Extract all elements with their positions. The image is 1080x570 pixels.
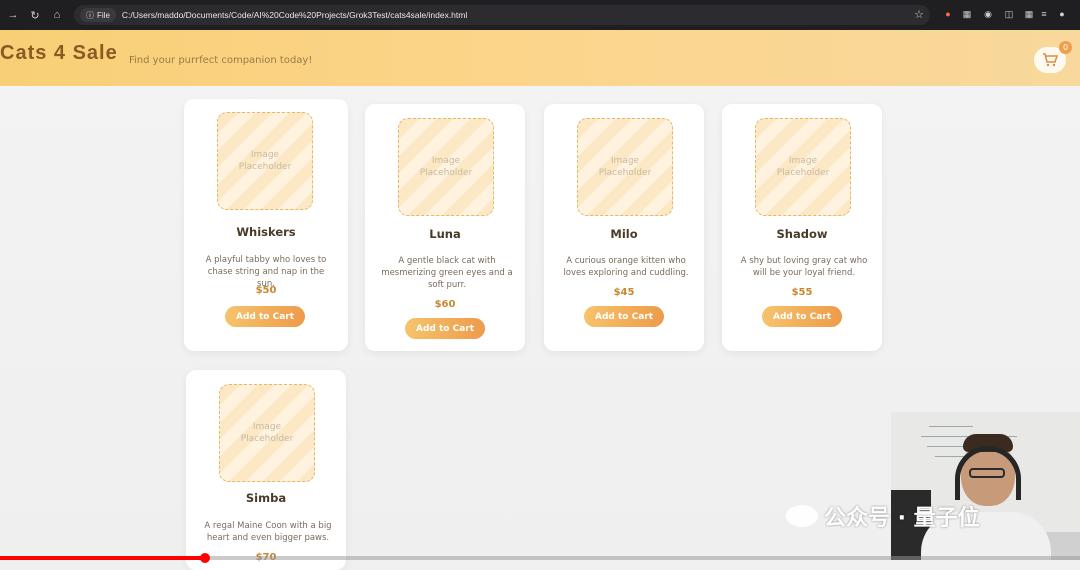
tagline: Find your purrfect companion today! bbox=[129, 55, 313, 66]
product-price: $50 bbox=[255, 285, 277, 296]
product-description: A shy but loving gray cat who will be yo… bbox=[740, 256, 868, 278]
image-placeholder: Image Placeholder bbox=[398, 118, 494, 216]
video-progress-bar[interactable] bbox=[0, 553, 1080, 563]
placeholder-label: Image Placeholder bbox=[240, 422, 294, 444]
product-price: $45 bbox=[613, 287, 635, 298]
bookmark-star-icon[interactable]: ☆ bbox=[914, 8, 924, 21]
address-bar[interactable]: ⓘ File C:/Users/maddo/Documents/Code/AI%… bbox=[74, 5, 930, 25]
video-progress-fill bbox=[0, 556, 206, 560]
add-to-cart-button[interactable]: Add to Cart bbox=[762, 306, 842, 327]
product-name: Shadow bbox=[776, 227, 828, 241]
placeholder-label: Image Placeholder bbox=[419, 156, 473, 178]
home-icon[interactable]: ⌂ bbox=[48, 6, 66, 24]
placeholder-label: Image Placeholder bbox=[598, 156, 652, 178]
cart-icon bbox=[1043, 53, 1058, 67]
browser-toolbar: → ↻ ⌂ ⓘ File C:/Users/maddo/Documents/Co… bbox=[0, 0, 1080, 30]
placeholder-label: Image Placeholder bbox=[238, 150, 292, 172]
product-card: Image Placeholder Shadow A shy but lovin… bbox=[722, 104, 882, 351]
image-placeholder: Image Placeholder bbox=[219, 384, 315, 482]
file-chip[interactable]: ⓘ File bbox=[80, 8, 116, 22]
add-to-cart-button[interactable]: Add to Cart bbox=[225, 306, 305, 327]
media-icon[interactable]: ≡ bbox=[1038, 8, 1050, 20]
cart-count-badge: 0 bbox=[1059, 41, 1072, 54]
glasses bbox=[969, 468, 1005, 478]
info-icon: ⓘ bbox=[86, 10, 94, 20]
product-description: A gentle black cat with mesmerizing gree… bbox=[381, 256, 513, 290]
add-to-cart-button[interactable]: Add to Cart bbox=[405, 318, 485, 339]
product-price: $55 bbox=[791, 287, 813, 298]
product-name: Whiskers bbox=[236, 225, 296, 239]
tab-search-icon[interactable]: ▦ bbox=[1023, 8, 1035, 20]
product-card: Image Placeholder Luna A gentle black ca… bbox=[365, 104, 525, 351]
image-placeholder: Image Placeholder bbox=[755, 118, 851, 216]
back-icon[interactable]: → bbox=[4, 6, 22, 24]
wechat-watermark: 公众号 · 量子位 bbox=[786, 500, 980, 532]
product-name: Milo bbox=[610, 227, 638, 241]
extensions-puzzle-icon[interactable]: ◫ bbox=[1003, 8, 1015, 20]
extension-shield-icon[interactable]: ● bbox=[942, 8, 954, 20]
url-text[interactable]: C:/Users/maddo/Documents/Code/AI%20Code%… bbox=[122, 10, 467, 20]
watermark-text: 公众号 · 量子位 bbox=[824, 506, 980, 531]
product-description: A curious orange kitten who loves explor… bbox=[563, 256, 689, 278]
product-card: Image Placeholder Whiskers A playful tab… bbox=[184, 99, 348, 351]
product-price: $60 bbox=[434, 299, 456, 310]
product-card: Image Placeholder Simba A regal Maine Co… bbox=[186, 370, 346, 570]
reload-icon[interactable]: ↻ bbox=[26, 6, 44, 24]
wechat-icon bbox=[786, 505, 818, 527]
profile-avatar[interactable]: ● bbox=[1056, 8, 1068, 20]
product-name: Simba bbox=[245, 491, 287, 505]
webcam-overlay bbox=[891, 412, 1080, 560]
image-placeholder: Image Placeholder bbox=[217, 112, 313, 210]
image-placeholder: Image Placeholder bbox=[577, 118, 673, 216]
product-description: A regal Maine Coon with a big heart and … bbox=[204, 521, 332, 543]
extension-circle-icon[interactable]: ◉ bbox=[982, 8, 994, 20]
add-to-cart-button[interactable]: Add to Cart bbox=[584, 306, 664, 327]
extension-grid-icon[interactable]: ▦ bbox=[961, 8, 973, 20]
file-chip-label: File bbox=[97, 10, 110, 20]
placeholder-label: Image Placeholder bbox=[776, 156, 830, 178]
product-name: Luna bbox=[429, 227, 461, 241]
brand-title[interactable]: Cats 4 Sale bbox=[0, 42, 118, 65]
product-card: Image Placeholder Milo A curious orange … bbox=[544, 104, 704, 351]
site-header: Cats 4 Sale Find your purrfect companion… bbox=[0, 30, 1080, 86]
